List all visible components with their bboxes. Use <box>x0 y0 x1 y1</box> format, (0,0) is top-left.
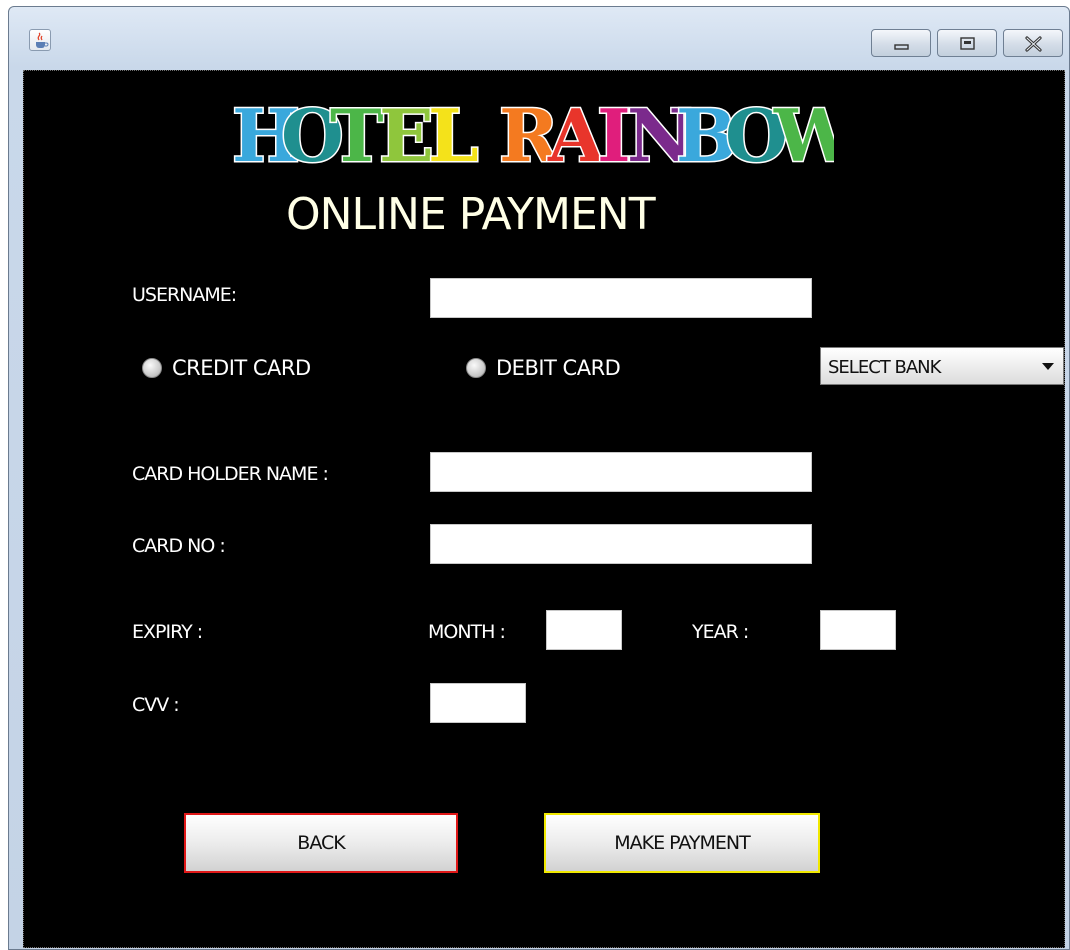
card-no-input[interactable] <box>430 524 812 564</box>
month-input[interactable] <box>546 610 622 650</box>
close-button[interactable] <box>1003 29 1063 57</box>
debit-card-label: DEBIT CARD <box>496 356 621 380</box>
logo-letter: W <box>773 93 834 177</box>
logo-letter: T <box>330 93 384 177</box>
cvv-label: CVV : <box>132 694 180 716</box>
expiry-label: EXPIRY : <box>132 621 203 643</box>
logo-letter: E <box>379 93 434 177</box>
card-holder-input[interactable] <box>430 452 812 492</box>
debit-card-radio[interactable]: DEBIT CARD <box>466 356 621 380</box>
card-holder-label: CARD HOLDER NAME : <box>132 463 329 485</box>
minimize-button[interactable] <box>871 29 931 57</box>
payment-panel: HOTELRAINBOW ONLINE PAYMENT USERNAME: CR… <box>23 70 1065 948</box>
radio-button-icon[interactable] <box>466 358 486 378</box>
maximize-icon <box>960 37 975 50</box>
title-bar <box>9 7 1069 69</box>
maximize-button[interactable] <box>937 29 997 57</box>
credit-card-radio[interactable]: CREDIT CARD <box>142 356 311 380</box>
radio-button-icon[interactable] <box>142 358 162 378</box>
hotel-rainbow-logo: HOTELRAINBOW <box>224 91 835 178</box>
username-label: USERNAME: <box>132 284 237 306</box>
credit-card-label: CREDIT CARD <box>172 356 311 380</box>
chevron-down-icon <box>1042 363 1054 370</box>
make-payment-button[interactable]: MAKE PAYMENT <box>544 813 820 873</box>
minimize-icon <box>894 44 909 50</box>
username-input[interactable] <box>430 278 812 318</box>
app-window: HOTELRAINBOW ONLINE PAYMENT USERNAME: CR… <box>8 6 1070 950</box>
month-label: MONTH : <box>428 621 506 643</box>
cvv-input[interactable] <box>430 683 526 723</box>
close-icon <box>1025 36 1042 52</box>
logo-letter: I <box>597 93 631 177</box>
logo-letter: L <box>428 93 479 177</box>
back-button[interactable]: BACK <box>184 813 458 873</box>
year-input[interactable] <box>820 610 896 650</box>
java-cup-icon[interactable] <box>29 29 51 51</box>
year-label: YEAR : <box>692 621 749 643</box>
card-no-label: CARD NO : <box>132 535 226 557</box>
page-title: ONLINE PAYMENT <box>286 189 656 240</box>
select-bank-dropdown[interactable]: SELECT BANK <box>820 347 1064 385</box>
select-bank-value: SELECT BANK <box>828 357 941 378</box>
